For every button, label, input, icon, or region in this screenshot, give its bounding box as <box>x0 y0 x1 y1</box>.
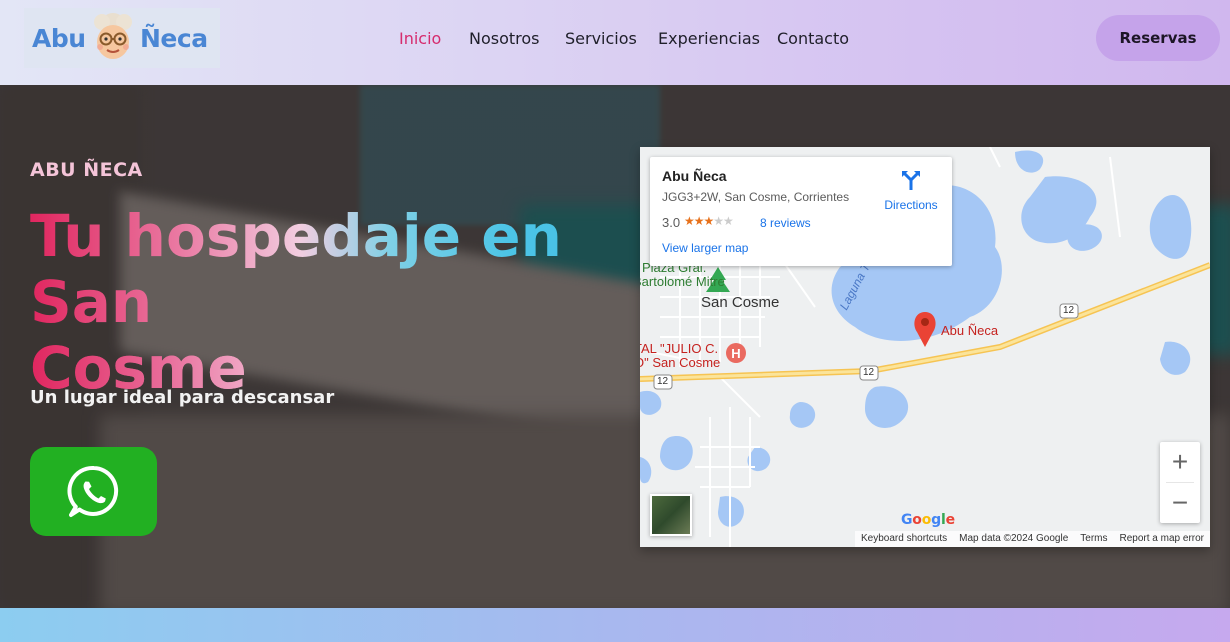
nav-servicios[interactable]: Servicios <box>565 29 637 48</box>
site-header: Abu Ñeca Inicio Nosotros Servicios Exper… <box>0 0 1230 85</box>
next-section-strip <box>0 608 1230 642</box>
hospital-icon: H <box>726 343 746 363</box>
place-info-card: Abu Ñeca JGG3+2W, San Cosme, Corrientes … <box>650 157 952 266</box>
report-map-error-link[interactable]: Report a map error <box>1113 531 1210 547</box>
hero-title: Tu hospedaje en San Cosme <box>30 203 630 401</box>
place-label[interactable]: Abu Ñeca <box>941 323 998 338</box>
route-label: 12 <box>657 376 669 387</box>
hero-title-line1: Tu hospedaje en San <box>30 202 562 336</box>
hero-tagline: Un lugar ideal para descansar <box>30 387 335 408</box>
place-name: Abu Ñeca <box>662 168 727 184</box>
place-address: JGG3+2W, San Cosme, Corrientes <box>662 190 850 204</box>
hospital-label: O" San Cosme <box>640 355 721 370</box>
google-map[interactable]: H 12 12 12 San Cosme Abu Ñeca Plaza Gral… <box>640 147 1210 547</box>
directions-label: Directions <box>884 198 938 212</box>
map-footer: Keyboard shortcuts Map data ©2024 Google… <box>640 531 1210 547</box>
nav-inicio[interactable]: Inicio <box>399 29 441 48</box>
hero-eyebrow: ABU ÑECA <box>30 159 143 181</box>
zoom-out-button[interactable]: − <box>1160 483 1200 523</box>
route-label: 12 <box>1063 305 1075 316</box>
nav-experiencias[interactable]: Experiencias <box>658 29 760 48</box>
nav-contacto[interactable]: Contacto <box>777 29 849 48</box>
directions-button[interactable]: Directions <box>878 169 944 212</box>
reviews-link[interactable]: 8 reviews <box>760 216 811 230</box>
main-nav: Inicio Nosotros Servicios Experiencias C… <box>0 29 1230 51</box>
satellite-toggle[interactable] <box>650 494 692 536</box>
google-logo: Google <box>901 512 955 528</box>
view-larger-map-link[interactable]: View larger map <box>662 241 748 255</box>
reservas-button[interactable]: Reservas <box>1096 15 1220 61</box>
plaza-label: Bartolomé Mitre <box>640 274 725 289</box>
hospital-label: TAL "JULIO C. <box>640 341 719 356</box>
keyboard-shortcuts-link[interactable]: Keyboard shortcuts <box>854 531 954 547</box>
terms-link[interactable]: Terms <box>1074 531 1114 547</box>
whatsapp-icon <box>67 465 118 517</box>
town-label: San Cosme <box>701 294 780 311</box>
svg-text:H: H <box>731 346 740 361</box>
map-data-attribution: Map data ©2024 Google <box>953 531 1075 547</box>
zoom-in-button[interactable]: + <box>1160 442 1200 482</box>
star-rating-icon: ★★★★★ <box>684 214 734 228</box>
route-label: 12 <box>863 367 875 378</box>
directions-icon <box>902 171 920 190</box>
rating-value: 3.0 <box>662 215 681 230</box>
nav-nosotros[interactable]: Nosotros <box>469 29 540 48</box>
whatsapp-button[interactable] <box>30 447 157 536</box>
zoom-control: + − <box>1160 442 1200 523</box>
